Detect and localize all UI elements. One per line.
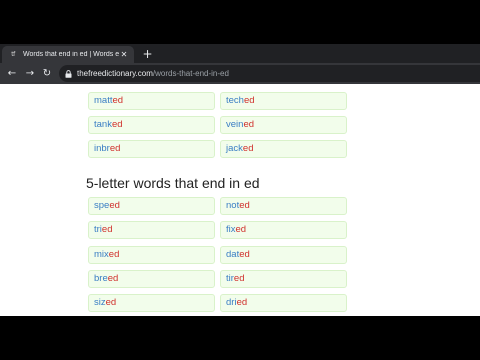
word-stem: bre [94, 272, 108, 284]
word-stem: fix [226, 224, 236, 236]
word-link[interactable]: inbred [88, 140, 215, 158]
word-suffix: ed [235, 224, 247, 236]
section-heading: 5-letter words that end in ed [86, 175, 260, 191]
browser-tab[interactable]: tf Words that end in ed | Words en ✕ [2, 46, 134, 63]
word-link[interactable]: dried [220, 294, 347, 313]
favicon-icon: tf [11, 51, 15, 58]
word-link[interactable]: dated [220, 245, 347, 264]
word-suffix: ed [236, 297, 248, 309]
forward-arrow-icon[interactable]: → [22, 65, 38, 81]
word-stem: vein [226, 119, 244, 130]
reload-icon[interactable]: ↻ [39, 65, 55, 81]
word-stem: spe [94, 200, 110, 211]
word-suffix: ed [233, 272, 245, 284]
word-suffix: ed [108, 248, 120, 260]
word-stem: tir [226, 272, 234, 284]
word-link[interactable]: matted [88, 92, 215, 110]
close-icon[interactable]: ✕ [119, 50, 129, 60]
word-stem: tank [94, 119, 112, 130]
word-stem: matt [94, 95, 113, 106]
word-suffix: ed [243, 95, 255, 106]
letterbox-bar [0, 316, 480, 360]
word-link[interactable]: breed [88, 269, 215, 288]
page-content: matted teched tanked veined inbred jacked 5-l… [0, 84, 480, 316]
word-stem: tri [94, 224, 102, 236]
word-link[interactable]: veined [220, 116, 347, 134]
word-link[interactable]: tanked [88, 116, 215, 134]
word-suffix: ed [242, 143, 254, 154]
browser-toolbar: ← → ↻ thefreedictionary.com/words-that-e… [0, 63, 480, 84]
word-stem: jack [226, 143, 243, 154]
word-link[interactable]: tired [220, 269, 347, 288]
word-link[interactable]: fixed [220, 221, 347, 240]
word-stem: tech [226, 95, 244, 106]
url-text: thefreedictionary.com/words-that-end-in-… [77, 69, 229, 78]
word-suffix: ed [107, 272, 119, 284]
url-host: thefreedictionary.com [77, 69, 153, 78]
word-link[interactable]: noted [220, 197, 347, 215]
word-suffix: ed [101, 224, 113, 236]
word-link[interactable]: speed [88, 197, 215, 215]
video-frame: tf Words that end in ed | Words en ✕ + ←… [0, 0, 480, 360]
tab-strip: tf Words that end in ed | Words en ✕ + [0, 44, 480, 63]
word-link[interactable]: jacked [220, 140, 347, 158]
word-stem: dat [226, 248, 240, 260]
word-stem: siz [94, 297, 106, 309]
word-suffix: ed [109, 143, 121, 154]
word-suffix: ed [105, 297, 117, 309]
word-suffix: ed [243, 119, 255, 130]
url-path: /words-that-end-in-ed [152, 69, 229, 78]
new-tab-button[interactable]: + [141, 47, 154, 61]
word-link[interactable]: tried [88, 221, 215, 240]
tab-title: Words that end in ed | Words en [23, 51, 119, 58]
word-suffix: ed [111, 119, 123, 130]
word-suffix: ed [109, 200, 120, 211]
word-stem: not [226, 200, 240, 211]
back-arrow-icon[interactable]: ← [4, 65, 20, 81]
word-stem: inbr [94, 143, 110, 154]
word-suffix: ed [239, 248, 250, 260]
word-stem: mix [94, 248, 109, 260]
word-stem: dri [226, 297, 237, 309]
lock-icon [64, 69, 72, 78]
word-link[interactable]: mixed [88, 245, 215, 264]
word-link[interactable]: teched [220, 92, 347, 110]
word-suffix: ed [239, 200, 250, 211]
word-link[interactable]: sized [88, 294, 215, 313]
address-bar[interactable]: thefreedictionary.com/words-that-end-in-… [59, 65, 480, 82]
word-suffix: ed [112, 95, 124, 106]
